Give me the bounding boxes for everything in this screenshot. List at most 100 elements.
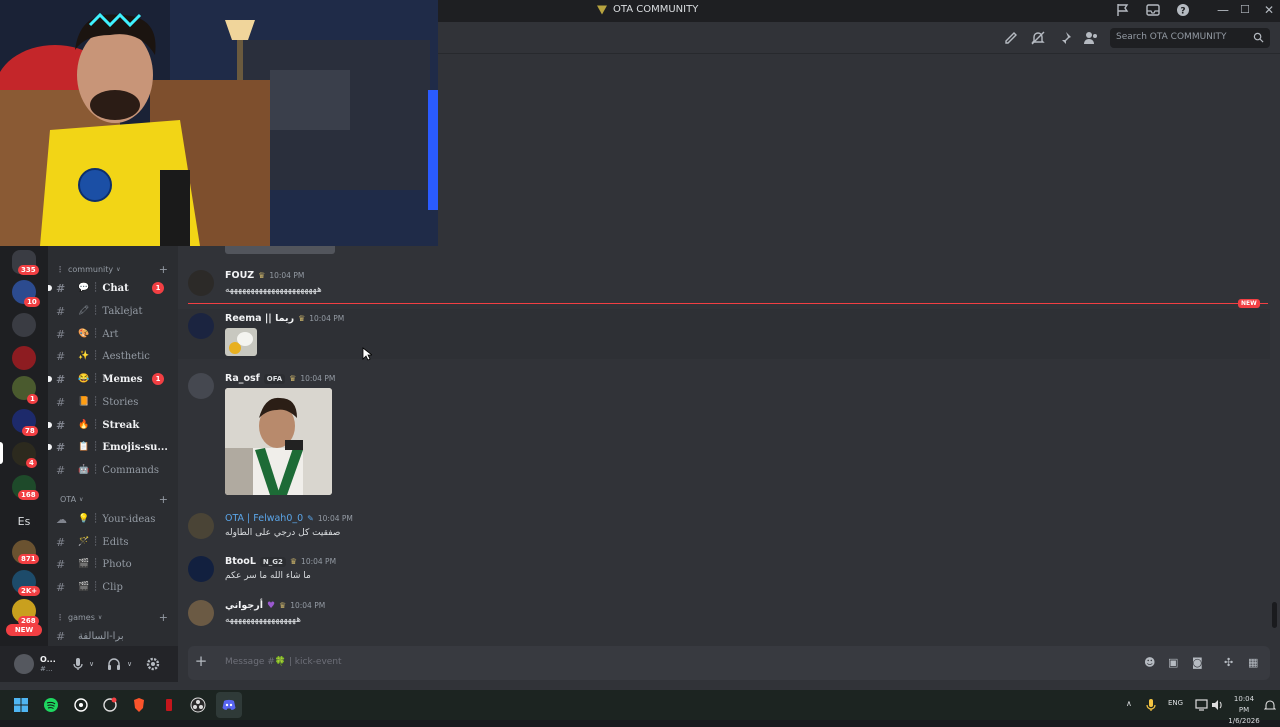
apps-icon[interactable]: ✣	[1224, 656, 1238, 670]
search-icon	[1253, 32, 1264, 43]
sticker-icon[interactable]: ◙	[1192, 656, 1206, 670]
system-clock[interactable]: 10:04 PM 1/6/2026	[1228, 694, 1260, 727]
new-unreads-pill[interactable]: NEW	[6, 624, 42, 636]
channel-aesthetic[interactable]: # ✨ ┊ Aesthetic	[56, 347, 174, 365]
sticker-image[interactable]	[225, 328, 257, 356]
gif-icon[interactable]: ▣	[1168, 656, 1182, 670]
avatar[interactable]	[188, 313, 214, 339]
avatar[interactable]	[14, 654, 34, 674]
channel-streak[interactable]: # 🔥 ┊ Streak	[56, 416, 174, 434]
message-author[interactable]: FOUZ	[225, 270, 254, 281]
user-status: #...	[40, 665, 53, 673]
chevron-up-icon[interactable]: ∧	[1126, 699, 1132, 708]
category-ota[interactable]: OTA ∨ +	[56, 493, 168, 506]
gear-icon[interactable]	[145, 656, 161, 672]
channel-emojis-suggestions[interactable]: # 📋 ┊ Emojis-su...	[56, 438, 174, 456]
server-icon[interactable]	[12, 313, 36, 337]
add-channel-icon[interactable]: +	[159, 263, 168, 276]
channel-emoji: 🎬	[78, 582, 90, 592]
channel-edits[interactable]: # 🪄 ┊ Edits	[56, 533, 174, 551]
separator: ┊	[93, 283, 99, 293]
webcam-overlay	[0, 0, 438, 246]
maximize-icon[interactable]: ☐	[1240, 3, 1250, 16]
pin-icon[interactable]	[1057, 30, 1073, 46]
add-channel-icon[interactable]: +	[159, 493, 168, 506]
steam-icon[interactable]	[73, 697, 89, 713]
channel-bara-alsalfa[interactable]: # برا-السالفة	[56, 627, 174, 645]
language-indicator[interactable]: ENG	[1168, 699, 1183, 707]
add-channel-icon[interactable]: +	[159, 611, 168, 624]
add-attachment-icon[interactable]: +	[194, 654, 208, 669]
server-icon[interactable]	[12, 346, 36, 370]
spotify-icon[interactable]	[43, 697, 59, 713]
server-icon-es[interactable]: Es	[12, 510, 36, 534]
chevron-down-icon: ∨	[79, 496, 84, 503]
notifications-icon[interactable]	[1264, 699, 1276, 711]
app-red-icon[interactable]	[161, 697, 177, 713]
microphone-icon[interactable]	[70, 656, 86, 672]
inbox-icon[interactable]	[1146, 3, 1160, 17]
server-badge: 168	[18, 490, 39, 500]
channel-clip[interactable]: # 🎬 ┊ Clip	[56, 578, 174, 596]
clock-date: 1/6/2026	[1228, 717, 1260, 725]
server-badge: 871	[18, 554, 39, 564]
message: Reema || ريما ♛ 10:04 PM	[178, 309, 1270, 359]
separator: ┊	[93, 329, 99, 339]
channel-photo[interactable]: # 🎬 ┊ Photo	[56, 555, 174, 573]
threads-icon[interactable]	[1003, 30, 1019, 46]
volume-icon[interactable]	[1211, 699, 1224, 711]
obs-icon[interactable]	[190, 697, 206, 713]
chevron-down-icon[interactable]: ∨	[89, 660, 105, 676]
channel-emoji: 💡	[78, 514, 90, 524]
flag-icon[interactable]	[1116, 3, 1130, 17]
message-author[interactable]: أرجواني	[225, 600, 263, 611]
avatar[interactable]	[188, 373, 214, 399]
gift-icon[interactable]: ☻	[1144, 656, 1158, 670]
channel-stories[interactable]: # 📙 ┊ Stories	[56, 393, 174, 411]
avatar[interactable]	[188, 556, 214, 582]
category-community[interactable]: ⋮ community ∨ +	[56, 263, 168, 276]
message-author[interactable]: BtooL	[225, 556, 256, 567]
headphones-icon[interactable]	[106, 656, 122, 672]
help-icon[interactable]: ?	[1176, 3, 1190, 17]
notifications-muted-icon[interactable]	[1030, 30, 1046, 46]
windows-start-icon[interactable]	[13, 697, 29, 713]
message-timestamp: 10:04 PM	[309, 314, 345, 323]
brave-browser-icon[interactable]	[131, 697, 147, 713]
avatar[interactable]	[188, 513, 214, 539]
image-attachment[interactable]	[225, 388, 332, 495]
app-icon[interactable]	[102, 697, 118, 713]
chevron-down-icon[interactable]: ∨	[127, 660, 143, 676]
channel-commands[interactable]: # 🤖 ┊ Commands	[56, 461, 174, 479]
previous-image-attachment[interactable]	[225, 246, 335, 254]
text-channel-icon: #	[56, 418, 66, 432]
channel-chat[interactable]: # 💬 ┊ Chat 1	[56, 279, 174, 297]
microphone-icon[interactable]	[1145, 698, 1157, 712]
close-icon[interactable]: ✕	[1264, 3, 1274, 17]
members-icon[interactable]	[1083, 30, 1099, 46]
category-games[interactable]: ⋮ games ∨ +	[56, 611, 168, 624]
message-composer[interactable]: + Message #🍀 | kick-event ☻ ▣ ◙ ✣ ▦	[188, 646, 1270, 680]
avatar[interactable]	[188, 600, 214, 626]
message-timestamp: 10:04 PM	[290, 601, 326, 610]
server-badge: 10	[24, 297, 40, 307]
emoji-icon[interactable]: ▦	[1248, 656, 1262, 670]
scrollbar-thumb[interactable]	[1272, 602, 1277, 628]
avatar[interactable]	[188, 270, 214, 296]
channel-memes[interactable]: # 😂 ┊ Memes 1	[56, 370, 174, 388]
role-icon: ♛	[289, 557, 298, 566]
monitor-icon[interactable]	[1195, 699, 1208, 711]
channel-your-ideas[interactable]: ☁ 💡 ┊ Your-ideas	[56, 510, 174, 528]
message-timestamp: 10:04 PM	[269, 271, 305, 280]
search-input[interactable]: Search OTA COMMUNITY	[1110, 28, 1270, 48]
message-author[interactable]: Ra_osf	[225, 373, 260, 384]
channel-name: برا-السالفة	[78, 630, 124, 642]
minimize-icon[interactable]: —	[1217, 3, 1229, 17]
message-author[interactable]: OTA | Felwah0_0	[225, 513, 303, 524]
message-author[interactable]: Reema || ريما	[225, 313, 294, 324]
separator: ┊	[93, 582, 99, 592]
channel-taklejat[interactable]: # 🖍 ┊ Taklejat	[56, 302, 174, 320]
discord-icon[interactable]	[221, 697, 237, 713]
channel-list: ⋮ community ∨ + # 💬 ┊ Chat 1 # 🖍 ┊ Takle…	[48, 246, 178, 646]
channel-art[interactable]: # 🎨 ┊ Art	[56, 325, 174, 343]
